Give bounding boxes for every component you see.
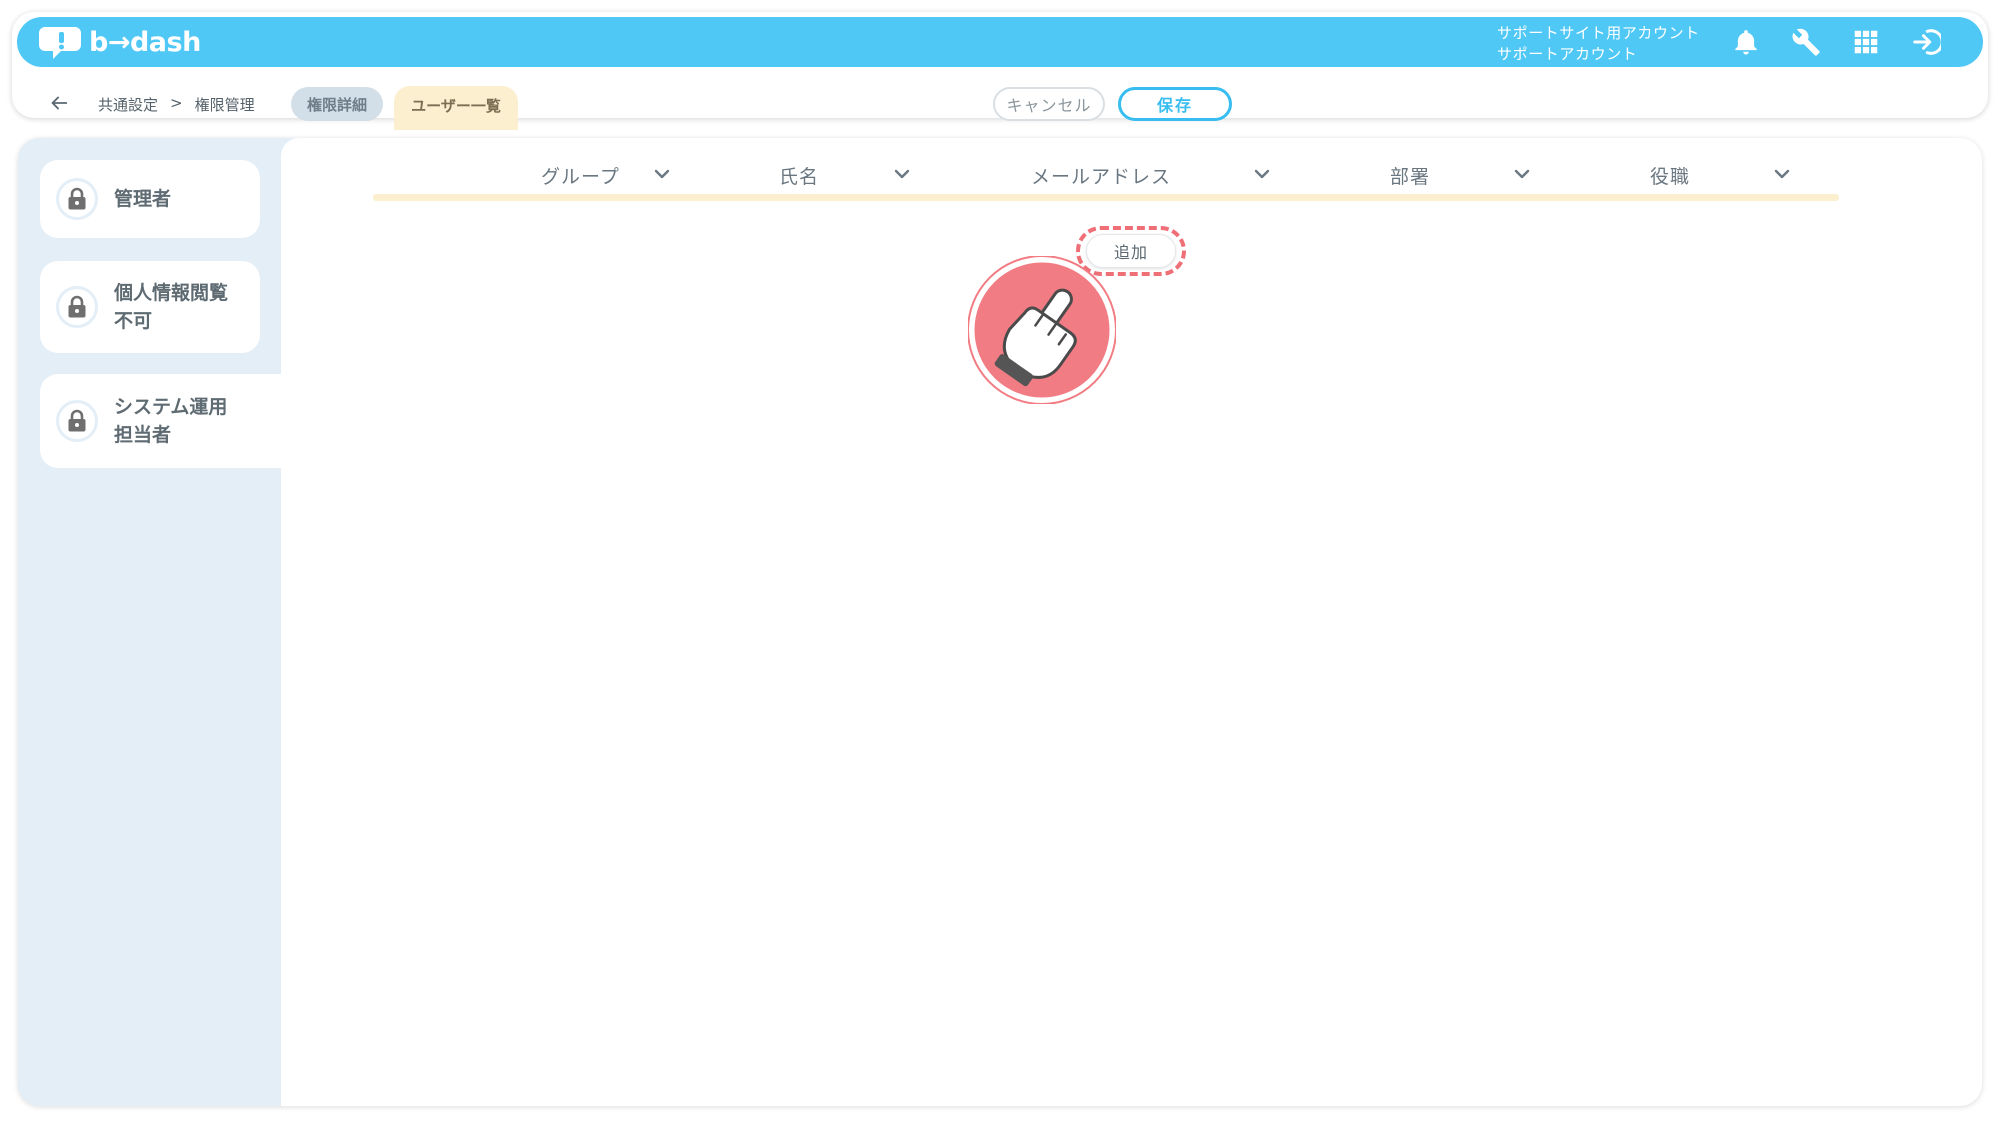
breadcrumb-separator: > (170, 94, 183, 112)
tab-permission-detail[interactable]: 権限詳細 (291, 87, 383, 121)
column-label: メールアドレス (1031, 166, 1172, 188)
breadcrumb-parent[interactable]: 共通設定 (98, 94, 158, 115)
cancel-button[interactable]: キャンセル (993, 87, 1105, 121)
role-label: システム運用 担当者 (114, 396, 228, 446)
column-header-department[interactable]: 部署 (1390, 162, 1430, 189)
logo-text: b→dash (89, 26, 201, 58)
lock-icon (68, 187, 86, 210)
column-header-email[interactable]: メールアドレス (1031, 162, 1171, 189)
column-header-position[interactable]: 役職 (1650, 162, 1690, 189)
column-label: 氏名 (779, 166, 820, 188)
chevron-down-icon[interactable] (1773, 168, 1791, 180)
column-header-group[interactable]: グループ (541, 162, 620, 189)
header: b→dash サポートサイト用アカウント サポートアカウント 共通設定 > 権限… (12, 12, 1988, 130)
role-item-system-operator[interactable]: システム運用 担当者 (40, 374, 290, 468)
role-item-admin[interactable]: 管理者 (40, 160, 260, 238)
settings-button[interactable] (1790, 26, 1822, 58)
logout-icon (1913, 29, 1941, 55)
table-header-divider (373, 194, 1839, 201)
save-button[interactable]: 保存 (1118, 87, 1232, 121)
lock-icon (68, 409, 86, 432)
lock-badge (56, 178, 98, 220)
lock-icon (68, 295, 86, 318)
notification-button[interactable] (1730, 26, 1762, 58)
bell-icon (1735, 30, 1757, 55)
apps-button[interactable] (1850, 26, 1882, 58)
breadcrumb-current: 権限管理 (194, 96, 255, 114)
chevron-down-icon[interactable] (893, 168, 911, 180)
chevron-down-icon[interactable] (1253, 168, 1271, 180)
wrench-icon (1792, 28, 1820, 56)
grid-icon (1854, 30, 1878, 54)
logout-button[interactable] (1910, 26, 1942, 58)
role-item-no-personal-info[interactable]: 個人情報閲覧 不可 (40, 261, 260, 353)
role-label: 管理者 (114, 188, 172, 210)
column-label: 部署 (1390, 166, 1431, 188)
lock-badge (56, 400, 98, 442)
chevron-down-icon[interactable] (653, 168, 671, 180)
account-info[interactable]: サポートサイト用アカウント サポートアカウント (1497, 23, 1700, 65)
top-bar: b→dash サポートサイト用アカウント サポートアカウント (17, 17, 1983, 67)
back-arrow-icon[interactable] (48, 92, 70, 114)
hand-pointer-icon (968, 256, 1116, 404)
chevron-down-icon[interactable] (1513, 168, 1531, 180)
tab-user-list[interactable]: ユーザー一覧 (394, 86, 518, 130)
role-label: 個人情報閲覧 不可 (114, 282, 229, 332)
user-list-panel: グループ 氏名 メールアドレス 部署 役職 (281, 138, 1982, 1106)
account-site-name: サポートサイト用アカウント (1497, 24, 1700, 42)
column-label: 役職 (1650, 166, 1691, 188)
account-user-name: サポートアカウント (1497, 45, 1638, 63)
breadcrumb: 共通設定 > 権限管理 (98, 94, 255, 115)
column-label: グループ (541, 166, 620, 188)
lock-badge (56, 286, 98, 328)
column-header-name[interactable]: 氏名 (779, 162, 819, 189)
logo-icon (39, 27, 81, 59)
app-logo[interactable]: b→dash (39, 23, 201, 61)
